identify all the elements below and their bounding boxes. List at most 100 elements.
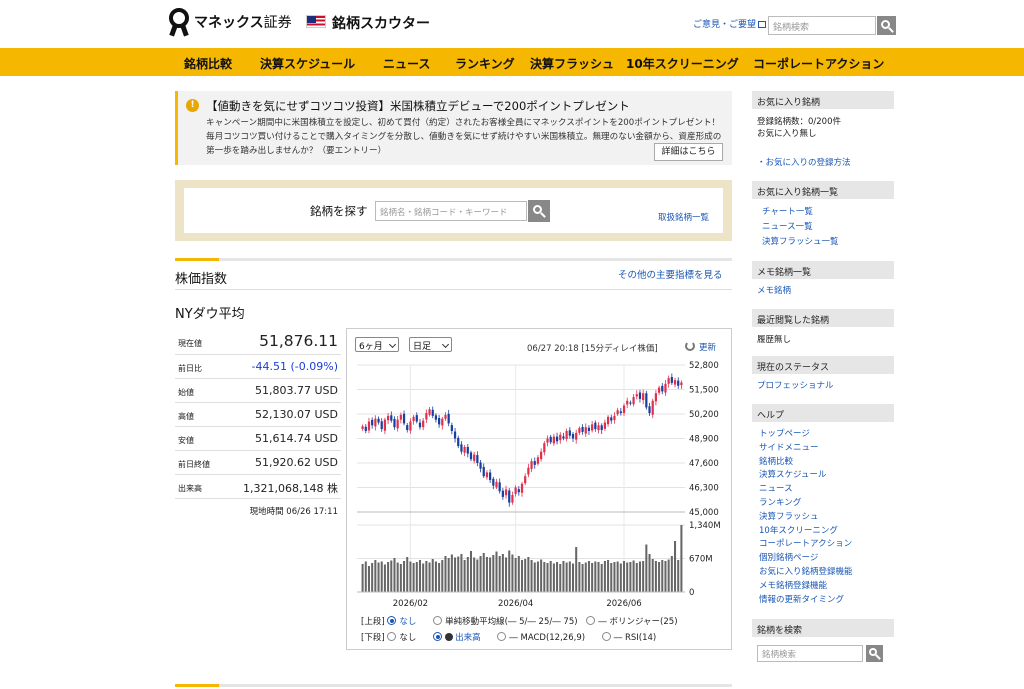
candle-body — [425, 413, 428, 420]
candle-body — [546, 438, 549, 443]
candle-body — [642, 393, 645, 401]
candle-body — [606, 416, 610, 425]
candle-body — [651, 400, 654, 415]
sidebar-help-link[interactable]: 決算フラッシュ — [759, 510, 819, 522]
volume-dot-icon — [445, 633, 454, 641]
volume-bar — [619, 563, 622, 592]
sidebar-search-button[interactable] — [866, 645, 883, 662]
candle-body — [591, 424, 594, 431]
sidebar-help-link[interactable]: 銘柄比較 — [759, 455, 793, 467]
volume-bar — [568, 561, 571, 592]
volume-bar — [581, 564, 584, 592]
quote-label: 前日比 — [178, 364, 202, 373]
volume-bar — [485, 557, 488, 592]
nav-item-earnings-flash[interactable]: 決算フラッシュ — [530, 55, 614, 72]
volume-bar — [454, 557, 457, 592]
sidebar-link-flash-list[interactable]: 決算フラッシュ一覧 — [762, 235, 839, 247]
quote-value: 52,130.07 USD — [255, 408, 338, 421]
sidebar-help-link[interactable]: ニュース — [759, 482, 793, 494]
radio-upper-sma[interactable] — [433, 616, 443, 625]
volume-bar — [565, 562, 568, 592]
fav-howto-link[interactable]: ・お気に入りの登録方法 — [757, 156, 851, 168]
nav-item-corporate-action[interactable]: コーポレートアクション — [753, 55, 884, 72]
volume-bar — [501, 554, 504, 592]
candle-body — [453, 431, 457, 439]
volume-bar — [508, 550, 511, 592]
sidebar-help-link[interactable]: トップページ — [759, 427, 810, 439]
candle-body — [422, 420, 425, 428]
lower-volume-label: 出来高 — [455, 633, 481, 643]
symbol-search-button[interactable] — [528, 200, 550, 222]
volume-bar — [505, 557, 508, 592]
radio-upper-none[interactable] — [387, 616, 397, 625]
x-tick-label: 2026/04 — [498, 599, 533, 609]
candle-body — [610, 417, 613, 421]
feedback-link[interactable]: ご意見・ご要望 — [693, 17, 767, 30]
volume-bar — [536, 561, 539, 592]
sidebar-help-link[interactable]: 情報の更新タイミング — [759, 593, 844, 605]
sidebar-link-chart-list[interactable]: チャート一覧 — [762, 205, 813, 217]
radio-lower-macd[interactable] — [497, 632, 507, 641]
volume-bar — [597, 562, 600, 592]
sidebar-help-link[interactable]: 決算スケジュール — [759, 468, 826, 480]
candle-body — [441, 418, 444, 426]
volume-bar — [495, 551, 498, 592]
sidebar-help-link[interactable]: 個別銘柄ページ — [759, 551, 818, 563]
other-indices-link[interactable]: その他の主要指標を見る — [618, 267, 723, 281]
volume-bar — [552, 563, 555, 592]
candle-body — [597, 425, 600, 431]
sidebar-link-status[interactable]: プロフェッショナル — [757, 379, 834, 391]
candle-body — [409, 421, 412, 431]
upper-bollinger-label: ― ボリンジャー(25) — [598, 617, 678, 627]
logo-brand: マネックス — [194, 15, 264, 31]
candle-body — [527, 467, 530, 475]
candle-body — [629, 402, 632, 404]
sidebar-help-link[interactable]: ランキング — [759, 496, 801, 508]
volume-bar — [530, 560, 533, 592]
header-search-button[interactable] — [877, 16, 896, 35]
sidebar-help-link[interactable]: サイドメニュー — [759, 441, 819, 453]
symbol-search-input[interactable]: 銘柄名・銘柄コード・キーワード — [375, 201, 527, 221]
sidebar-link-memo[interactable]: メモ銘柄 — [757, 284, 791, 296]
volume-tick-label: 0 — [689, 588, 694, 598]
volume-bar — [466, 557, 469, 592]
candle-body — [575, 432, 578, 440]
candle-body — [371, 419, 374, 426]
recent-none: 履歴無し — [757, 335, 792, 345]
candle-body — [482, 466, 485, 477]
candle-body — [383, 419, 387, 431]
sidebar-link-news-list[interactable]: ニュース一覧 — [762, 220, 813, 232]
sidebar-help-link[interactable]: コーポレートアクション — [759, 537, 852, 549]
quote-row: 前日終値 51,920.62 USD — [175, 451, 341, 475]
radio-lower-volume[interactable] — [433, 632, 443, 641]
monex-logo[interactable]: マネックス証券 — [168, 8, 292, 37]
chart-panel: 6ヶ月 日足 06/27 20:18 [15分ディレイ株価] 更新 52,800… — [346, 328, 732, 650]
candle-body — [504, 489, 508, 496]
candle-body — [437, 417, 441, 425]
candle-body — [463, 446, 466, 453]
nav-item-ranking[interactable]: ランキング — [455, 55, 515, 72]
sidebar-help-link[interactable]: メモ銘柄登録機能 — [759, 579, 827, 591]
radio-upper-bollinger[interactable] — [586, 616, 596, 625]
nav-item-news[interactable]: ニュース — [383, 55, 430, 72]
candle-body — [657, 387, 661, 393]
radio-lower-none[interactable] — [387, 632, 397, 641]
nav-item-10yr-screening[interactable]: 10年スクリーニング — [626, 55, 739, 72]
candle-body — [517, 489, 520, 493]
upper-none-label: なし — [399, 617, 417, 627]
symbol-list-link[interactable]: 取扱銘柄一覧 — [658, 211, 709, 223]
header-search-input[interactable]: 銘柄検索 — [768, 16, 876, 35]
nav-item-earnings-schedule[interactable]: 決算スケジュール — [260, 55, 355, 72]
candle-body — [533, 461, 536, 465]
us-flag-icon — [306, 15, 326, 28]
nav-item-compare[interactable]: 銘柄比較 — [184, 55, 232, 72]
price-tick-label: 45,000 — [689, 508, 719, 518]
volume-bar — [632, 560, 635, 592]
candle-body — [638, 392, 642, 399]
sidebar-help-link[interactable]: 10年スクリーニング — [759, 524, 838, 536]
campaign-details-button[interactable]: 詳細はこちら — [654, 143, 723, 161]
sidebar-search-input[interactable]: 銘柄検索 — [757, 645, 863, 662]
sidebar-help-link[interactable]: お気に入り銘柄登録機能 — [759, 565, 853, 577]
radio-lower-rsi[interactable] — [601, 632, 611, 641]
candle-body — [571, 433, 575, 439]
